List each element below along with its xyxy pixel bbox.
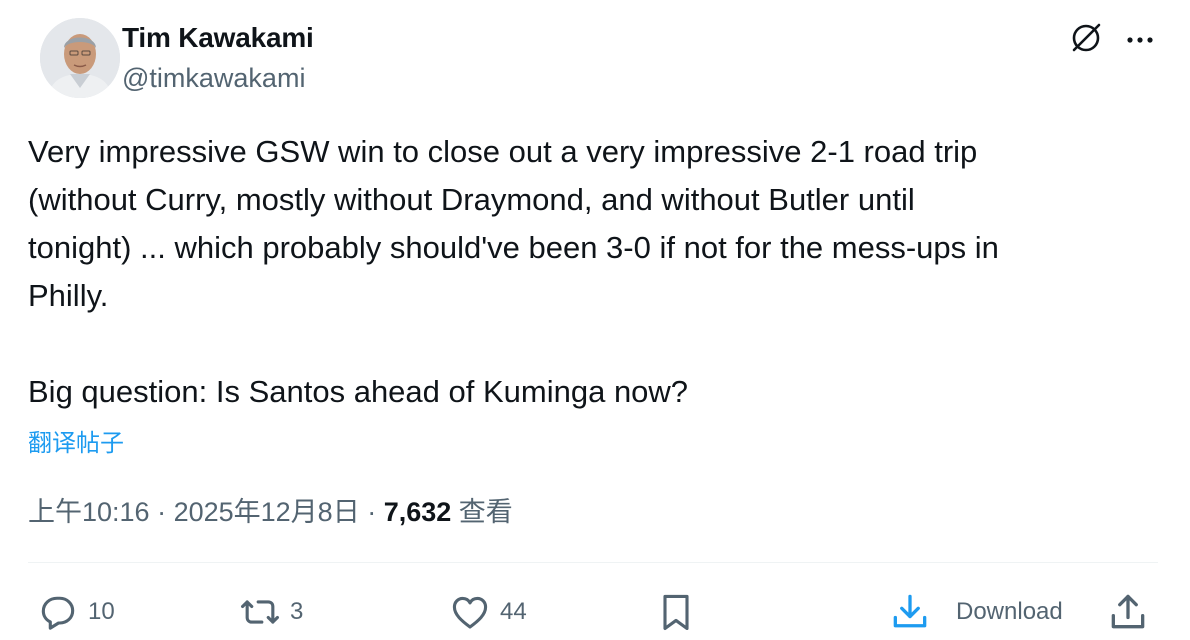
like-button[interactable]: 44	[448, 588, 527, 636]
heart-icon	[452, 596, 488, 629]
repost-icon	[241, 600, 279, 624]
download-button[interactable]: Download	[888, 588, 1063, 636]
author-display-name[interactable]: Tim Kawakami	[122, 22, 314, 54]
bookmark-icon	[663, 594, 689, 631]
reply-button[interactable]: 10	[36, 588, 115, 636]
reply-count: 10	[88, 598, 115, 625]
download-icon	[893, 594, 927, 628]
repost-count: 3	[290, 598, 304, 625]
reply-icon	[41, 596, 75, 630]
views-label: 查看	[458, 497, 513, 527]
tweet-date[interactable]: 2025年12月8日	[174, 497, 360, 527]
author-avatar[interactable]	[40, 18, 120, 98]
tweet-meta: 上午10:16 · 2025年12月8日 · 7,632 查看	[28, 490, 513, 529]
share-icon	[1111, 594, 1145, 629]
grok-icon[interactable]	[1068, 20, 1104, 56]
download-label: Download	[956, 598, 1063, 625]
tweet-text: Very impressive GSW win to close out a v…	[28, 134, 999, 409]
meta-separator: ·	[149, 497, 174, 527]
like-count: 44	[500, 598, 527, 625]
author-handle[interactable]: @timkawakami	[122, 63, 305, 94]
more-options-icon[interactable]	[1122, 22, 1158, 58]
tweet-time[interactable]: 上午10:16	[28, 497, 150, 527]
repost-button[interactable]: 3	[238, 588, 303, 636]
divider	[28, 562, 1158, 563]
share-button[interactable]	[1106, 588, 1150, 636]
translate-post-link[interactable]: 翻译帖子	[28, 423, 124, 458]
avatar-portrait	[40, 18, 120, 98]
views-count: 7,632	[383, 497, 452, 527]
bookmark-button[interactable]	[654, 588, 698, 636]
meta-separator: ·	[359, 497, 384, 527]
